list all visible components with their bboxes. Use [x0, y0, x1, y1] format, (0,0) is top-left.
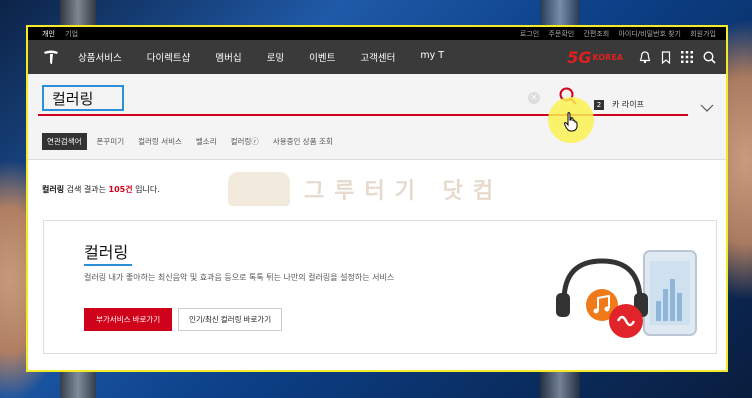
bell-icon[interactable] [639, 50, 651, 64]
signup-link[interactable]: 회원가입 [690, 30, 716, 38]
search-area: 컬러링 × 연관검색어 폰꾸미기 컬러링 서비스 벨소리 컬러링ⓡ 사용중인 상… [28, 74, 726, 160]
service-card: 컬러링 컬러링 내가 좋아하는 최신음악 및 효과음 등으로 톡톡 튀는 나만의… [43, 220, 717, 354]
nav-item-my-t[interactable]: my T [420, 50, 444, 64]
utility-bar: 개인 기업 로그인 주문확인 간편조회 아이디/비밀번호 찾기 회원가입 [28, 27, 726, 40]
related-keyword[interactable]: 컬러링ⓡ [231, 136, 259, 147]
nav-item-roaming[interactable]: 로밍 [267, 50, 284, 64]
phone-icon [643, 250, 697, 336]
chevron-down-icon[interactable] [700, 97, 714, 116]
quick-lookup-link[interactable]: 간편조회 [583, 30, 609, 38]
coloring-illustration [548, 231, 708, 347]
bookmark-icon[interactable] [661, 50, 671, 64]
find-account-link[interactable]: 아이디/비밀번호 찾기 [618, 30, 681, 38]
login-link[interactable]: 로그인 [520, 30, 539, 38]
nav-item-products[interactable]: 상품서비스 [78, 50, 122, 64]
clear-search-button[interactable]: × [528, 92, 540, 104]
related-keyword[interactable]: 벨소리 [196, 136, 217, 147]
stump-logo-icon [228, 172, 290, 206]
title-underline [84, 264, 132, 266]
nav-item-membership[interactable]: 멤버십 [215, 50, 241, 64]
results-keyword: 컬러링 [42, 185, 65, 194]
main-nav: 상품서비스 다이렉트샵 멤버십 로밍 이벤트 고객센터 my T 5G KORE… [28, 40, 726, 74]
search-icon[interactable] [703, 50, 716, 64]
nav-item-direct-shop[interactable]: 다이렉트샵 [147, 50, 191, 64]
nav-item-customer-center[interactable]: 고객센터 [360, 50, 395, 64]
realtime-rank-keyword[interactable]: 카 라이프 [612, 99, 644, 110]
watermark: 그루터기 닷컴 [228, 172, 503, 206]
realtime-rank-number: 2 [594, 100, 604, 110]
related-keyword[interactable]: 컬러링 서비스 [138, 136, 182, 147]
5g-korea-logo[interactable]: 5G KOREA [567, 48, 623, 67]
browser-frame: 개인 기업 로그인 주문확인 간편조회 아이디/비밀번호 찾기 회원가입 상품서… [26, 25, 728, 372]
t-logo-icon[interactable] [42, 48, 60, 66]
order-check-link[interactable]: 주문확인 [548, 30, 574, 38]
related-keywords: 연관검색어 폰꾸미기 컬러링 서비스 벨소리 컬러링ⓡ 사용중인 상품 조회 [42, 133, 347, 150]
tab-business[interactable]: 기업 [65, 30, 78, 38]
related-keyword[interactable]: 사용중인 상품 조회 [273, 136, 333, 147]
card-title: 컬러링 [84, 243, 129, 262]
pointer-cursor-icon [563, 112, 579, 136]
addon-service-button[interactable]: 부가서비스 바로가기 [84, 308, 173, 331]
popular-coloring-button[interactable]: 인기/최신 컬러링 바로가기 [178, 308, 283, 331]
tab-personal[interactable]: 개인 [42, 30, 55, 38]
ringtone-icon [609, 304, 643, 338]
related-keyword[interactable]: 폰꾸미기 [97, 136, 125, 147]
card-description: 컬러링 내가 좋아하는 최신음악 및 효과음 등으로 톡톡 튀는 나만의 컬러링… [84, 273, 395, 282]
search-query-text: 컬러링 [52, 90, 94, 108]
results-summary: 컬러링 검색 결과는 105건 입니다. [42, 185, 160, 194]
nav-item-event[interactable]: 이벤트 [309, 50, 335, 64]
results-count: 105건 [108, 185, 133, 194]
related-keywords-tag: 연관검색어 [42, 133, 87, 150]
grid-menu-icon[interactable] [681, 51, 693, 63]
